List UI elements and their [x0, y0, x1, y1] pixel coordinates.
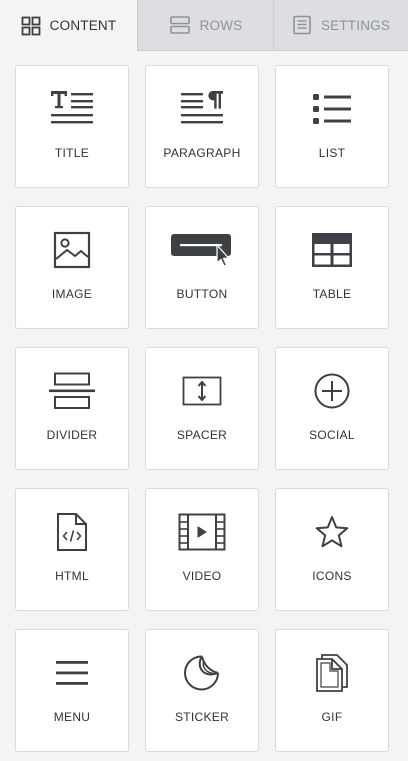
tab-content[interactable]: CONTENT	[0, 0, 137, 51]
block-menu-label: MENU	[53, 710, 91, 724]
block-icons[interactable]: ICONS	[275, 488, 389, 611]
grid-icon	[21, 16, 41, 35]
star-icon	[315, 516, 349, 548]
tab-content-label: CONTENT	[49, 18, 117, 33]
tab-settings-label: SETTINGS	[320, 17, 391, 33]
block-title[interactable]: TITLE	[15, 65, 129, 188]
block-gif[interactable]: GIF	[275, 629, 389, 752]
block-image[interactable]: IMAGE	[15, 206, 129, 329]
rows-icon	[169, 16, 190, 34]
block-html[interactable]: HTML	[15, 488, 129, 611]
block-divider[interactable]: DIVIDER	[15, 347, 129, 470]
block-spacer-label: SPACER	[176, 428, 228, 442]
block-html-label: HTML	[55, 569, 89, 583]
tab-bar: CONTENT ROWS SETTINGS	[0, 0, 408, 51]
tab-rows[interactable]: ROWS	[137, 0, 273, 51]
sticker-icon	[184, 655, 219, 691]
tab-settings[interactable]: SETTINGS	[273, 0, 408, 51]
video-icon	[178, 513, 226, 551]
table-icon	[312, 233, 352, 267]
block-sticker[interactable]: STICKER	[145, 629, 259, 752]
image-icon	[53, 231, 91, 269]
block-paragraph-label: PARAGRAPH	[163, 146, 241, 160]
block-video-label: VIDEO	[182, 569, 222, 583]
block-gif-label: GIF	[321, 710, 343, 724]
block-divider-label: DIVIDER	[46, 428, 98, 442]
social-plus-icon	[314, 373, 350, 409]
divider-icon	[49, 372, 95, 409]
button-icon	[171, 234, 231, 267]
block-menu[interactable]: MENU	[15, 629, 129, 752]
block-social[interactable]: SOCIAL	[275, 347, 389, 470]
settings-doc-icon	[293, 15, 311, 35]
block-table[interactable]: TABLE	[275, 206, 389, 329]
blocks-grid: TITLE PARAGRAPH LIST IMAGE BUTTON TABLE …	[15, 65, 389, 752]
block-table-label: TABLE	[312, 287, 352, 301]
paragraph-icon	[181, 91, 223, 124]
block-image-label: IMAGE	[51, 287, 93, 301]
block-list[interactable]: LIST	[275, 65, 389, 188]
block-spacer[interactable]: SPACER	[145, 347, 259, 470]
block-video[interactable]: VIDEO	[145, 488, 259, 611]
block-paragraph[interactable]: PARAGRAPH	[145, 65, 259, 188]
content-panel: CONTENT ROWS SETTINGS TITLE PARAGRAPH LI…	[0, 0, 408, 761]
block-icons-label: ICONS	[312, 569, 352, 583]
block-sticker-label: STICKER	[174, 710, 230, 724]
block-list-label: LIST	[318, 146, 346, 160]
spacer-icon	[182, 376, 222, 406]
title-icon	[51, 91, 93, 124]
block-button[interactable]: BUTTON	[145, 206, 259, 329]
block-social-label: SOCIAL	[309, 428, 355, 442]
block-button-label: BUTTON	[176, 287, 228, 301]
list-icon	[313, 94, 351, 124]
gif-file-icon	[316, 654, 348, 692]
block-title-label: TITLE	[54, 146, 90, 160]
html-file-icon	[57, 513, 87, 551]
menu-icon	[56, 661, 88, 685]
tab-rows-label: ROWS	[199, 17, 243, 33]
